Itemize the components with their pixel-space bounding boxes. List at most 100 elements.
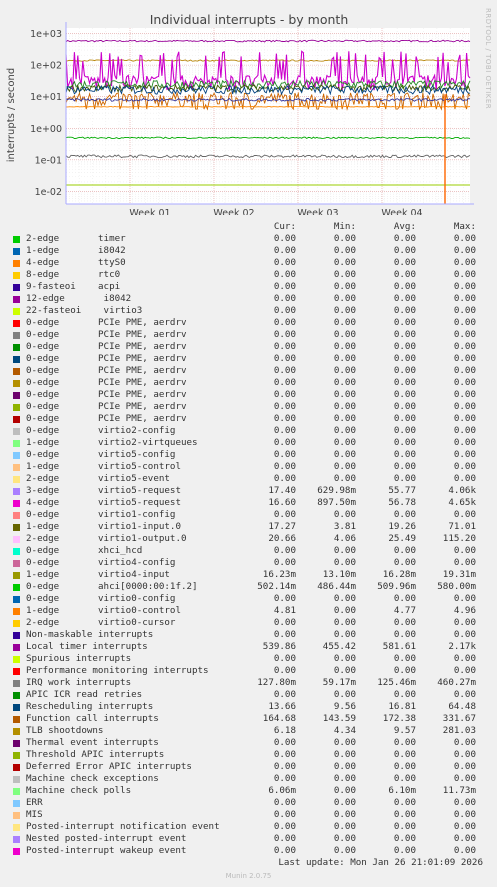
legend-row: 12-edge i8042 0.00 0.00 0.00 0.00 (0, 293, 497, 305)
legend-swatch (13, 548, 20, 555)
series-label: PCIe PME, aerdrv (98, 353, 187, 364)
irq-name: 2-edge (26, 473, 60, 484)
series-label: virtio4-input (98, 569, 170, 580)
legend-max: 331.67 (442, 713, 476, 724)
legend-label: 0-edge ahci[0000:00:1f.2] (26, 581, 198, 593)
legend: Cur: Min: Avg: Max: 2-edge timer 0.00 0.00 0… (0, 221, 497, 857)
legend-row: Posted-interrupt wakeup event 0.00 0.00 0.0… (0, 845, 497, 857)
legend-max: 0.00 (453, 833, 476, 844)
legend-label: 1-edge virtio5-control (26, 461, 181, 473)
legend-swatch (13, 764, 20, 771)
legend-max: 4.06k (448, 485, 476, 496)
legend-label: MIS (26, 809, 43, 821)
legend-swatch (13, 800, 20, 807)
legend-row: 1-edge virtio1-input.0 17.27 3.81 19.26 71.01 (0, 521, 497, 533)
series-label: Machine check polls (26, 785, 132, 796)
series-label: PCIe PME, aerdrv (98, 389, 187, 400)
y-axis-label: interrupts / second (6, 68, 17, 162)
series-label: Threshold APIC interrupts (26, 749, 165, 760)
legend-max: 0.00 (453, 317, 476, 328)
legend-row: 4-edge virtio5-request 16.60 897.50m 56.78 4.… (0, 497, 497, 509)
irq-name: 1-edge (26, 245, 60, 256)
series-label: Deferred Error APIC interrupts (26, 761, 192, 772)
legend-swatch (13, 836, 20, 843)
legend-row: 0-edge virtio1-config 0.00 0.00 0.00 0.00 (0, 509, 497, 521)
series-label: rtc0 (98, 269, 121, 280)
legend-swatch (13, 392, 20, 399)
legend-swatch (13, 704, 20, 711)
legend-swatch (13, 812, 20, 819)
legend-max: 0.00 (453, 401, 476, 412)
legend-row: IRQ work interrupts 127.80m 59.17m 125.46m 4… (0, 677, 497, 689)
legend-row: 1-edge i8042 0.00 0.00 0.00 0.00 (0, 245, 497, 257)
series-label: i8042 (98, 293, 132, 304)
legend-row: 4-edge ttyS0 0.00 0.00 0.00 0.00 (0, 257, 497, 269)
legend-row: Rescheduling interrupts 13.66 9.56 16.81 64.… (0, 701, 497, 713)
legend-max: 0.00 (453, 737, 476, 748)
legend-label: Deferred Error APIC interrupts (26, 761, 192, 773)
series-label: ERR (26, 797, 43, 808)
legend-swatch (13, 272, 20, 279)
irq-name: 0-edge (26, 593, 60, 604)
series-label: TLB shootdowns (26, 725, 104, 736)
legend-label: 2-edge timer (26, 233, 126, 245)
legend-max: 0.00 (453, 257, 476, 268)
legend-row: 0-edge PCIe PME, aerdrv 0.00 0.00 0.00 0.00 (0, 389, 497, 401)
legend-max: 0.00 (453, 293, 476, 304)
legend-label: Thermal event interrupts (26, 737, 159, 749)
legend-swatch (13, 668, 20, 675)
legend-swatch (13, 356, 20, 363)
series-label: PCIe PME, aerdrv (98, 377, 187, 388)
legend-label: 0-edge PCIe PME, aerdrv (26, 365, 187, 377)
legend-row: 0-edge virtio0-config 0.00 0.00 0.00 0.00 (0, 593, 497, 605)
irq-name: 0-edge (26, 581, 60, 592)
legend-label: IRQ work interrupts (26, 677, 131, 689)
legend-label: APIC ICR read retries (26, 689, 142, 701)
legend-label: Spurious interrupts (26, 653, 131, 665)
legend-row: Machine check polls 6.06m 0.00 6.10m 11.73m (0, 785, 497, 797)
series-label: timer (98, 233, 126, 244)
x-tick-label: Week 04 (381, 208, 422, 215)
legend-swatch (13, 464, 20, 471)
series-label: PCIe PME, aerdrv (98, 317, 187, 328)
series-label: virtio5-request (98, 485, 181, 496)
legend-label: Posted-interrupt wakeup event (26, 845, 186, 857)
legend-row: APIC ICR read retries 0.00 0.00 0.00 0.00 (0, 689, 497, 701)
legend-swatch (13, 416, 20, 423)
series-label: PCIe PME, aerdrv (98, 413, 187, 424)
irq-name: 0-edge (26, 413, 60, 424)
plot-area (66, 28, 470, 204)
legend-row: Performance monitoring interrupts 0.00 0.0… (0, 665, 497, 677)
legend-row: 0-edge PCIe PME, aerdrv 0.00 0.00 0.00 0.00 (0, 413, 497, 425)
legend-label: 4-edge virtio5-request (26, 497, 181, 509)
header-max: Max: (453, 221, 476, 232)
legend-row: MIS 0.00 0.00 0.00 0.00 (0, 809, 497, 821)
legend-max: 0.00 (453, 461, 476, 472)
irq-name: 8-edge (26, 269, 60, 280)
legend-row: 0-edge PCIe PME, aerdrv 0.00 0.00 0.00 0.00 (0, 365, 497, 377)
irq-name: 0-edge (26, 377, 60, 388)
legend-swatch (13, 236, 20, 243)
x-tick-label: Week 02 (213, 208, 254, 215)
legend-row: 0-edge PCIe PME, aerdrv 0.00 0.00 0.00 0.00 (0, 341, 497, 353)
series-label: PCIe PME, aerdrv (98, 365, 187, 376)
y-tick-label: 1e+02 (30, 61, 62, 72)
legend-max: 0.00 (453, 281, 476, 292)
series-label: Performance monitoring interrupts (26, 665, 209, 676)
legend-label: 0-edge virtio0-config (26, 593, 175, 605)
irq-name: 2-edge (26, 533, 60, 544)
legend-max: 0.00 (453, 449, 476, 460)
legend-label: 0-edge PCIe PME, aerdrv (26, 317, 187, 329)
legend-swatch (13, 572, 20, 579)
y-tick-label: 1e-02 (35, 187, 62, 198)
legend-label: Machine check exceptions (26, 773, 159, 785)
legend-max: 0.00 (453, 665, 476, 676)
legend-max: 0.00 (453, 245, 476, 256)
legend-swatch (13, 680, 20, 687)
series-label: PCIe PME, aerdrv (98, 341, 187, 352)
irq-name: 0-edge (26, 365, 60, 376)
series-label: Posted-interrupt wakeup event (26, 845, 187, 856)
series-label: Non-maskable interrupts (26, 629, 154, 640)
legend-max: 4.96 (453, 605, 476, 616)
series-label: MIS (26, 809, 43, 820)
